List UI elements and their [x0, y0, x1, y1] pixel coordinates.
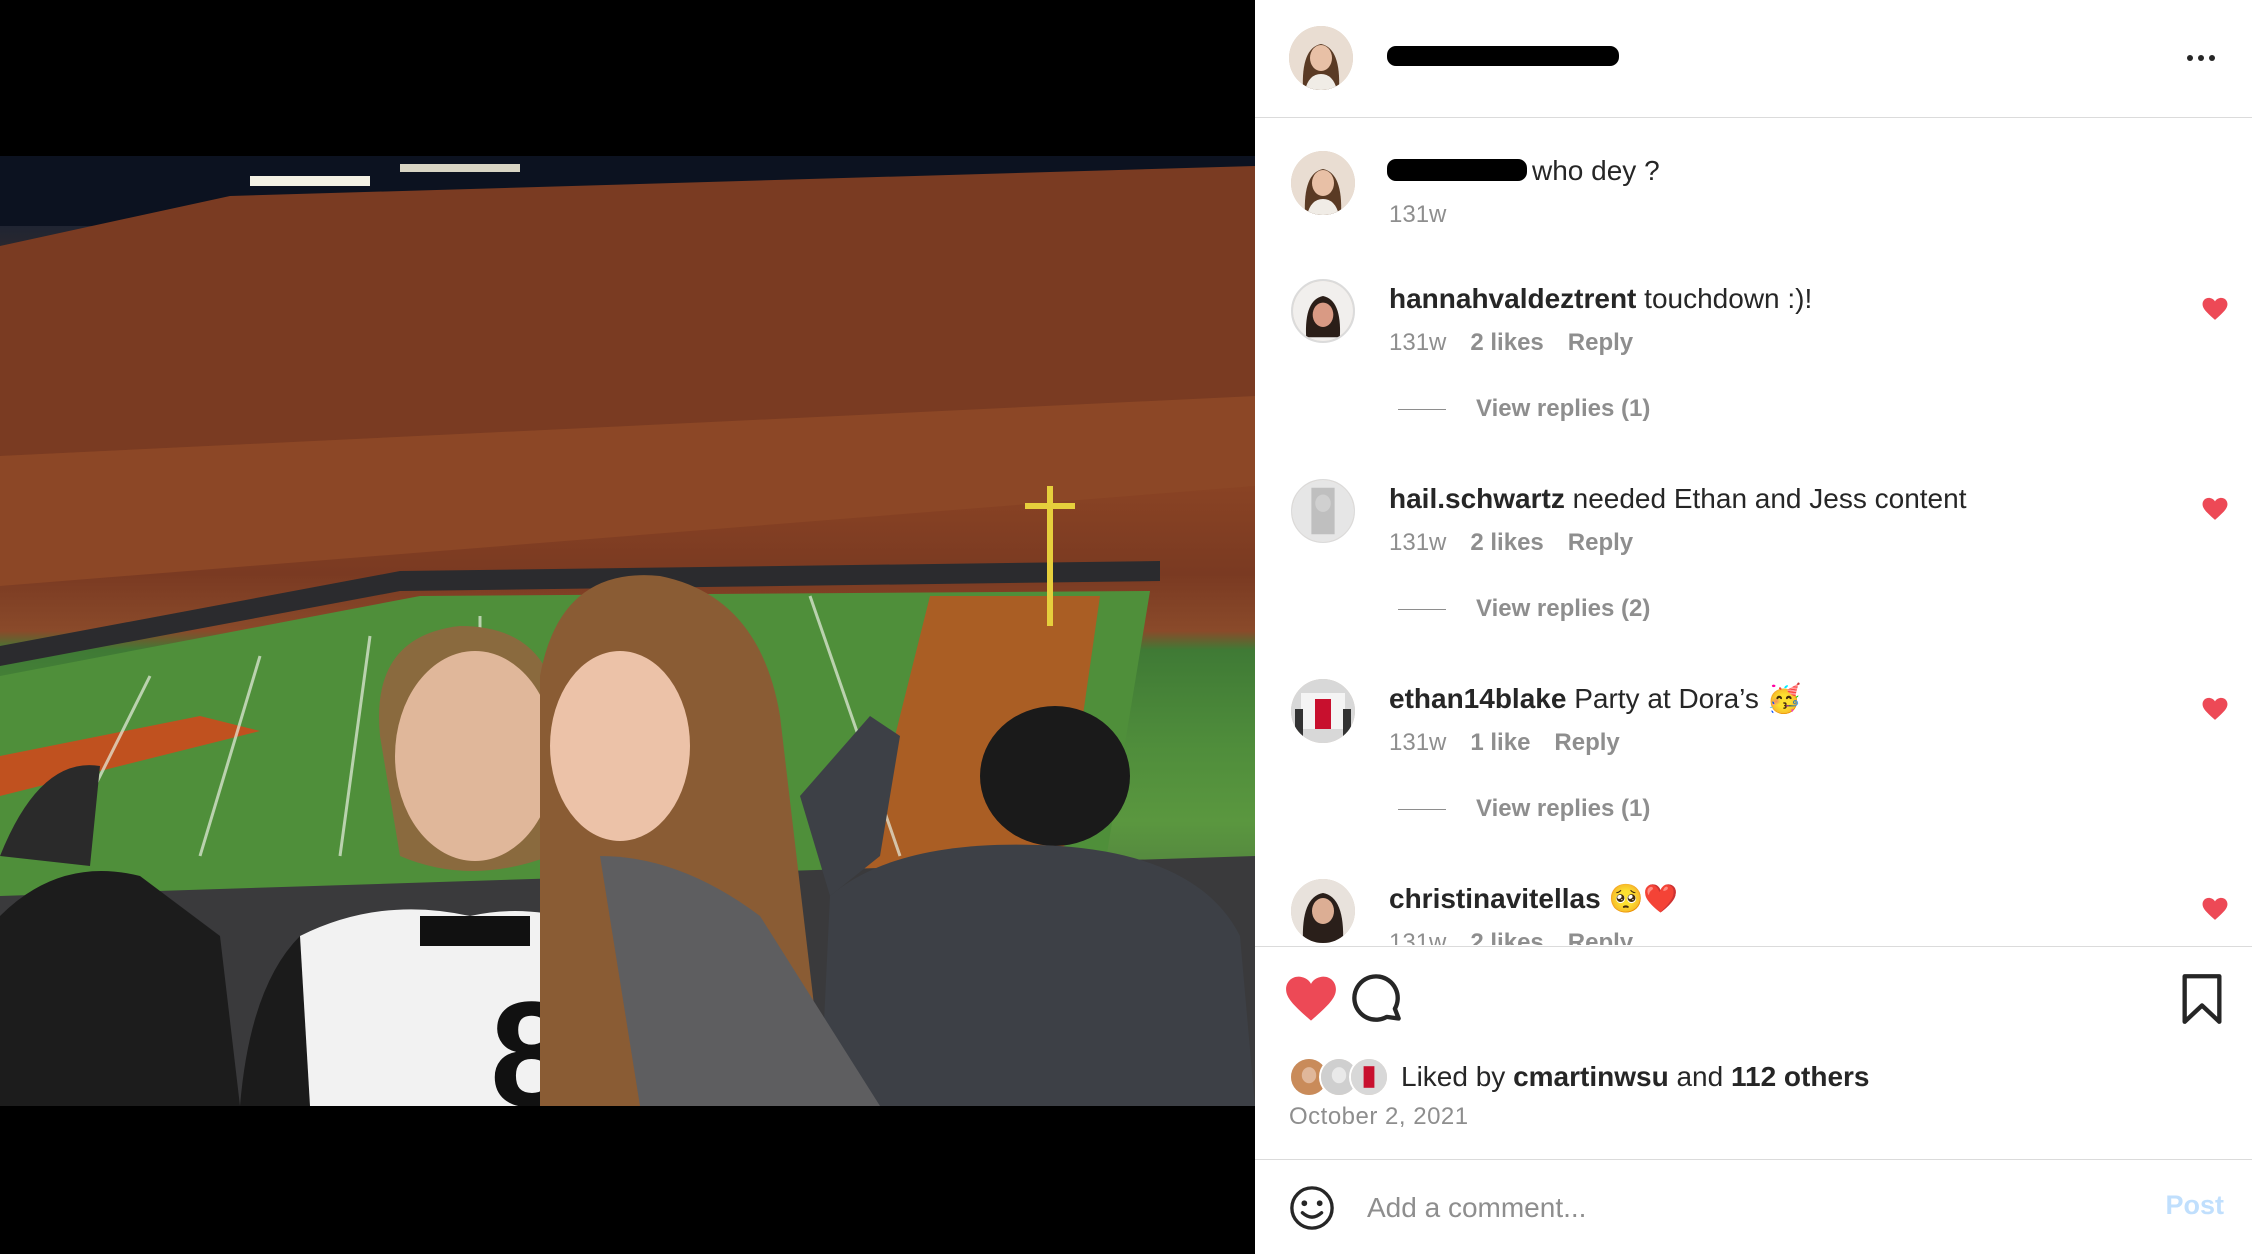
profile-photo-icon [1291, 679, 1355, 743]
liked-by-others[interactable]: 112 others [1731, 1061, 1870, 1092]
comment-text: hail.schwartz needed Ethan and Jess cont… [1389, 481, 1966, 517]
commenter-avatar[interactable] [1291, 479, 1355, 543]
replies-divider-line [1398, 408, 1446, 410]
redacted-username [1387, 46, 1619, 66]
more-dot-icon [2187, 55, 2193, 61]
commenter-avatar[interactable] [1291, 279, 1355, 343]
post-header [1255, 0, 2252, 118]
post-actions: Liked by cmartinwsu and 112 others Octob… [1255, 946, 2252, 1160]
redacted-username [1387, 159, 1527, 181]
author-avatar[interactable] [1291, 151, 1355, 215]
comment-like-heart-icon[interactable] [2202, 497, 2228, 521]
comment-time[interactable]: 131w [1389, 929, 1446, 945]
profile-photo-icon [1293, 281, 1353, 341]
comments-panel: who dey ? 131w hannahvaldeztrent touchdo… [1255, 0, 2252, 1254]
replies-divider-line [1398, 808, 1446, 810]
profile-photo-icon [1291, 151, 1355, 215]
comment-username[interactable]: christinavitellas [1389, 883, 1601, 914]
comment-time[interactable]: 131w [1389, 329, 1446, 357]
comment-bubble-icon[interactable] [1351, 973, 1403, 1025]
comment-item: hail.schwartz needed Ethan and Jess cont… [1255, 447, 2252, 647]
comment-time[interactable]: 131w [1389, 529, 1446, 557]
view-replies-button[interactable]: View replies (2) [1398, 595, 1650, 623]
bookmark-icon[interactable] [2180, 973, 2224, 1025]
view-replies-label: View replies (1) [1476, 395, 1651, 422]
comment-time[interactable]: 131w [1389, 729, 1446, 757]
profile-photo-icon [1289, 26, 1353, 90]
media-pane: 8 [0, 0, 1255, 1254]
liked-by-username[interactable]: cmartinwsu [1513, 1061, 1669, 1092]
more-dot-icon [2198, 55, 2204, 61]
add-comment-input[interactable] [1367, 1184, 2087, 1232]
comment-text: christinavitellas 🥺❤️ [1389, 881, 1678, 917]
comment-likes[interactable]: 2 likes [1470, 329, 1543, 357]
comment-meta: 131w 2 likes Reply [1389, 529, 1633, 557]
replies-divider-line [1398, 608, 1446, 610]
comment-time[interactable]: 131w [1389, 201, 1446, 229]
post-comment-button[interactable]: Post [2165, 1190, 2224, 1221]
caption-meta: 131w [1389, 201, 1446, 229]
comment-text: ethan14blake Party at Dora’s 🥳 [1389, 681, 1802, 717]
comment-username[interactable]: hail.schwartz [1389, 483, 1565, 514]
more-dot-icon [2209, 55, 2215, 61]
view-replies-label: View replies (2) [1476, 595, 1651, 622]
like-heart-filled-icon[interactable] [1285, 973, 1337, 1025]
author-avatar[interactable] [1289, 26, 1353, 90]
comment-item: christinavitellas 🥺❤️ 131w 2 likes Reply [1255, 847, 2252, 945]
comment-likes[interactable]: 2 likes [1470, 929, 1543, 945]
view-replies-label: View replies (1) [1476, 795, 1651, 822]
reply-button[interactable]: Reply [1568, 929, 1633, 945]
profile-photo-icon [1291, 879, 1355, 943]
view-replies-button[interactable]: View replies (1) [1398, 795, 1650, 823]
post-date[interactable]: October 2, 2021 [1289, 1103, 1469, 1131]
commenter-avatar[interactable] [1291, 879, 1355, 943]
comments-list[interactable]: who dey ? 131w hannahvaldeztrent touchdo… [1255, 119, 2252, 945]
caption-text: who dey ? [1532, 155, 1660, 186]
liked-by-prefix: Liked by [1401, 1061, 1506, 1092]
comment-body: 🥺❤️ [1608, 883, 1679, 914]
comment-meta: 131w 1 like Reply [1389, 729, 1620, 757]
comment-meta: 131w 2 likes Reply [1389, 929, 1633, 945]
comment-text: hannahvaldeztrent touchdown :)! [1389, 281, 1812, 317]
reply-button[interactable]: Reply [1568, 529, 1633, 557]
profile-photo-icon [1292, 480, 1354, 542]
comment-likes[interactable]: 1 like [1470, 729, 1530, 757]
smiley-icon[interactable] [1289, 1185, 1335, 1231]
comment-body: touchdown :)! [1644, 283, 1813, 314]
comment-body: needed Ethan and Jess content [1572, 483, 1967, 514]
comment-likes[interactable]: 2 likes [1470, 529, 1543, 557]
liked-by-row: Liked by cmartinwsu and 112 others [1289, 1057, 1870, 1097]
commenter-avatar[interactable] [1291, 679, 1355, 743]
post-photo[interactable]: 8 [0, 156, 1255, 1106]
view-replies-button[interactable]: View replies (1) [1398, 395, 1650, 423]
liker-avatar[interactable] [1349, 1057, 1389, 1097]
reply-button[interactable]: Reply [1568, 329, 1633, 357]
comment-meta: 131w 2 likes Reply [1389, 329, 1633, 357]
liker-avatars [1289, 1057, 1399, 1097]
comment-item: ethan14blake Party at Dora’s 🥳 131w 1 li… [1255, 647, 2252, 847]
reply-button[interactable]: Reply [1554, 729, 1619, 757]
caption-item: who dey ? 131w [1255, 119, 2252, 247]
liked-by-text: Liked by cmartinwsu and 112 others [1401, 1061, 1870, 1093]
comment-username[interactable]: ethan14blake [1389, 683, 1566, 714]
more-options-button[interactable] [2176, 40, 2226, 76]
add-comment-bar: Post [1255, 1160, 2252, 1254]
liked-by-joiner: and [1676, 1061, 1724, 1092]
comment-like-heart-icon[interactable] [2202, 697, 2228, 721]
profile-photo-icon [1351, 1059, 1387, 1095]
post-modal: 8 who dey ? 131w hannahvaldeztrent touch… [0, 0, 2252, 1254]
comment-like-heart-icon[interactable] [2202, 897, 2228, 921]
comment-username[interactable]: hannahvaldeztrent [1389, 283, 1636, 314]
comment-item: hannahvaldeztrent touchdown :)! 131w 2 l… [1255, 247, 2252, 447]
comment-body: Party at Dora’s 🥳 [1574, 683, 1802, 714]
stadium-photo-illustration: 8 [0, 156, 1255, 1106]
comment-like-heart-icon[interactable] [2202, 297, 2228, 321]
